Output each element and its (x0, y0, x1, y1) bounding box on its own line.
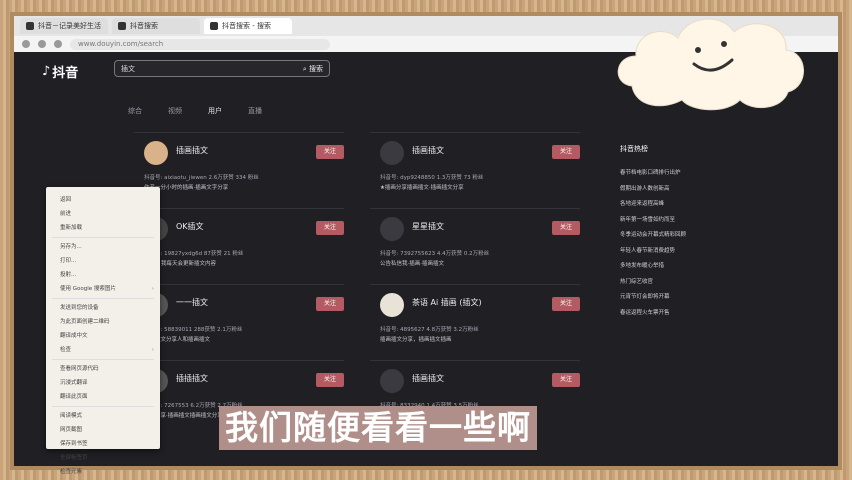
user-desc: 插画插文分享人和插画插文 (144, 337, 211, 343)
user-name: 星星插文 (412, 222, 444, 231)
menu-item[interactable]: 沉浸式翻译 (46, 376, 160, 390)
avatar (380, 369, 404, 393)
menu-item[interactable]: 翻译成中文 (46, 329, 160, 343)
menu-item[interactable]: 投射... (46, 268, 160, 282)
forward-icon[interactable] (38, 40, 46, 48)
menu-item[interactable]: 检查元素 (46, 465, 160, 479)
hot-item[interactable]: 冬季运动会开幕式精彩回顾 (620, 228, 800, 244)
user-desc: ★插画分享插画插文·插画插文分享 (380, 185, 464, 191)
menu-item[interactable]: 为此页面创建二维码 (46, 315, 160, 329)
menu-item[interactable]: 前进 (46, 207, 160, 221)
menu-item[interactable]: 返回 (46, 193, 160, 207)
user-desc: 插画插文分享，插画插文插画 (380, 337, 452, 343)
menu-item[interactable]: 网页截图 (46, 423, 160, 437)
context-menu: 返回 前进 重新加载 另存为... 打印... 投射... 使用 Google … (46, 187, 160, 475)
user-card[interactable]: 插画插文 关注 抖音号: dyp9248850 1.3万获赞 73 粉丝 ★插画… (370, 132, 580, 198)
favicon-icon (118, 22, 126, 30)
video-subtitle: 我们随便看看一些啊 (219, 406, 537, 450)
hot-item[interactable]: 元宵节灯会即将开幕 (620, 290, 800, 306)
follow-button[interactable]: 关注 (552, 221, 580, 235)
hot-item[interactable]: 新年第一场雪如约而至 (620, 213, 800, 229)
hot-item[interactable]: 多地发布暖心举措 (620, 259, 800, 275)
cloud-sticker (617, 18, 804, 111)
user-name: 插画插文 (412, 146, 444, 155)
tab-user[interactable]: 用户 (208, 106, 222, 116)
avatar (144, 141, 168, 165)
hot-item[interactable]: 春节档电影口碑排行出炉 (620, 166, 800, 182)
follow-button[interactable]: 关注 (316, 145, 344, 159)
browser-tab-active[interactable]: 抖音搜索 - 搜索 (204, 18, 292, 34)
follow-button[interactable]: 关注 (316, 221, 344, 235)
tab-live[interactable]: 直播 (248, 106, 262, 116)
user-meta: 抖音号: aixiaotu_jiewen 2.6万获赞 334 粉丝 (144, 175, 259, 181)
user-desc: 公告私信我·插画·插画插文 (380, 261, 444, 267)
avatar (380, 293, 404, 317)
menu-item[interactable]: 翻译此页面 (46, 390, 160, 404)
tiktok-note-icon: ♪ (42, 64, 51, 79)
url-input[interactable]: www.douyin.com/search (70, 38, 330, 50)
back-icon[interactable] (22, 40, 30, 48)
hot-item[interactable]: 各地迎来返程高峰 (620, 197, 800, 213)
user-card[interactable]: OK插文 关注 抖音号: 19827yxdg6d 87获赞 21 粉丝 (插画)… (134, 208, 344, 274)
chevron-right-icon: › (151, 347, 154, 353)
user-meta: 抖音号: 4895627 4.8万获赞 3.2万粉丝 (380, 327, 479, 333)
user-name: 插画插文 (176, 146, 208, 155)
hot-list: 抖音热榜 春节档电影口碑排行出炉 假期出游人数创新高 各地迎来返程高峰 新年第一… (620, 144, 800, 321)
menu-item[interactable]: 重新加载 (46, 221, 160, 235)
result-tabs: 综合 视频 用户 直播 (128, 106, 262, 116)
menu-item[interactable]: 另存为... (46, 240, 160, 254)
follow-button[interactable]: 关注 (552, 373, 580, 387)
menu-item[interactable]: 检查 › (46, 343, 160, 357)
tab-video[interactable]: 视频 (168, 106, 182, 116)
search-input[interactable]: 插文 ⌕ 搜索 (114, 60, 330, 77)
user-meta: 抖音号: dyp9248850 1.3万获赞 73 粉丝 (380, 175, 484, 181)
search-button[interactable]: ⌕ 搜索 (303, 64, 323, 74)
hot-item[interactable]: 热门综艺收官 (620, 275, 800, 291)
menu-item[interactable]: 打印... (46, 254, 160, 268)
menu-item[interactable]: 全部标签页 (46, 451, 160, 465)
hot-list-title: 抖音热榜 (620, 145, 648, 153)
menu-divider (52, 406, 154, 407)
hot-item[interactable]: 年轻人春节新消费趋势 (620, 244, 800, 260)
user-name: OK插文 (176, 222, 204, 231)
menu-item[interactable]: 使用 Google 搜索图片 › (46, 282, 160, 296)
browser-tab[interactable]: 抖音－记录美好生活 (20, 18, 108, 34)
user-desc: (插画) 我每天会更新插文内容 (144, 261, 217, 267)
favicon-icon (210, 22, 218, 30)
follow-button[interactable]: 关注 (552, 297, 580, 311)
user-name: 插插插文 (176, 374, 208, 383)
avatar (380, 217, 404, 241)
chevron-right-icon: › (151, 286, 154, 292)
user-card[interactable]: 茶语 Ai 插画 (插文) 关注 抖音号: 4895627 4.8万获赞 3.2… (370, 284, 580, 350)
menu-item[interactable]: 保存到书签 (46, 437, 160, 451)
menu-item[interactable]: 查看网页源代码 (46, 362, 160, 376)
tab-general[interactable]: 综合 (128, 106, 142, 116)
favicon-icon (26, 22, 34, 30)
browser-tab[interactable]: 抖音搜索 (112, 18, 200, 34)
follow-button[interactable]: 关注 (552, 145, 580, 159)
user-card[interactable]: 一一插文 关注 抖音号: 58839011 288获赞 2.1万粉丝 插画插文分… (134, 284, 344, 350)
user-card[interactable]: 星星插文 关注 抖音号: 7392755623 4.4万获赞 0.2万粉丝 公告… (370, 208, 580, 274)
user-name: 茶语 Ai 插画 (插文) (412, 298, 482, 307)
menu-divider (52, 237, 154, 238)
hot-item[interactable]: 假期出游人数创新高 (620, 182, 800, 198)
user-card[interactable]: 插画插文 关注 抖音号: aixiaotu_jiewen 2.6万获赞 334 … (134, 132, 344, 198)
menu-item[interactable]: 发送到您的设备 (46, 301, 160, 315)
follow-button[interactable]: 关注 (316, 373, 344, 387)
douyin-logo[interactable]: ♪ 抖音 (42, 62, 78, 81)
user-meta: 抖音号: 7392755623 4.4万获赞 0.2万粉丝 (380, 251, 490, 257)
user-desc: 作者一分小时的插画·插画文字分享 (144, 185, 229, 191)
user-name: 一一插文 (176, 298, 208, 307)
avatar (380, 141, 404, 165)
user-name: 插画插文 (412, 374, 444, 383)
reload-icon[interactable] (54, 40, 62, 48)
hot-item[interactable]: 春运返程火车票开售 (620, 306, 800, 322)
menu-divider (52, 359, 154, 360)
follow-button[interactable]: 关注 (316, 297, 344, 311)
menu-item[interactable]: 阅读模式 (46, 409, 160, 423)
menu-divider (52, 298, 154, 299)
